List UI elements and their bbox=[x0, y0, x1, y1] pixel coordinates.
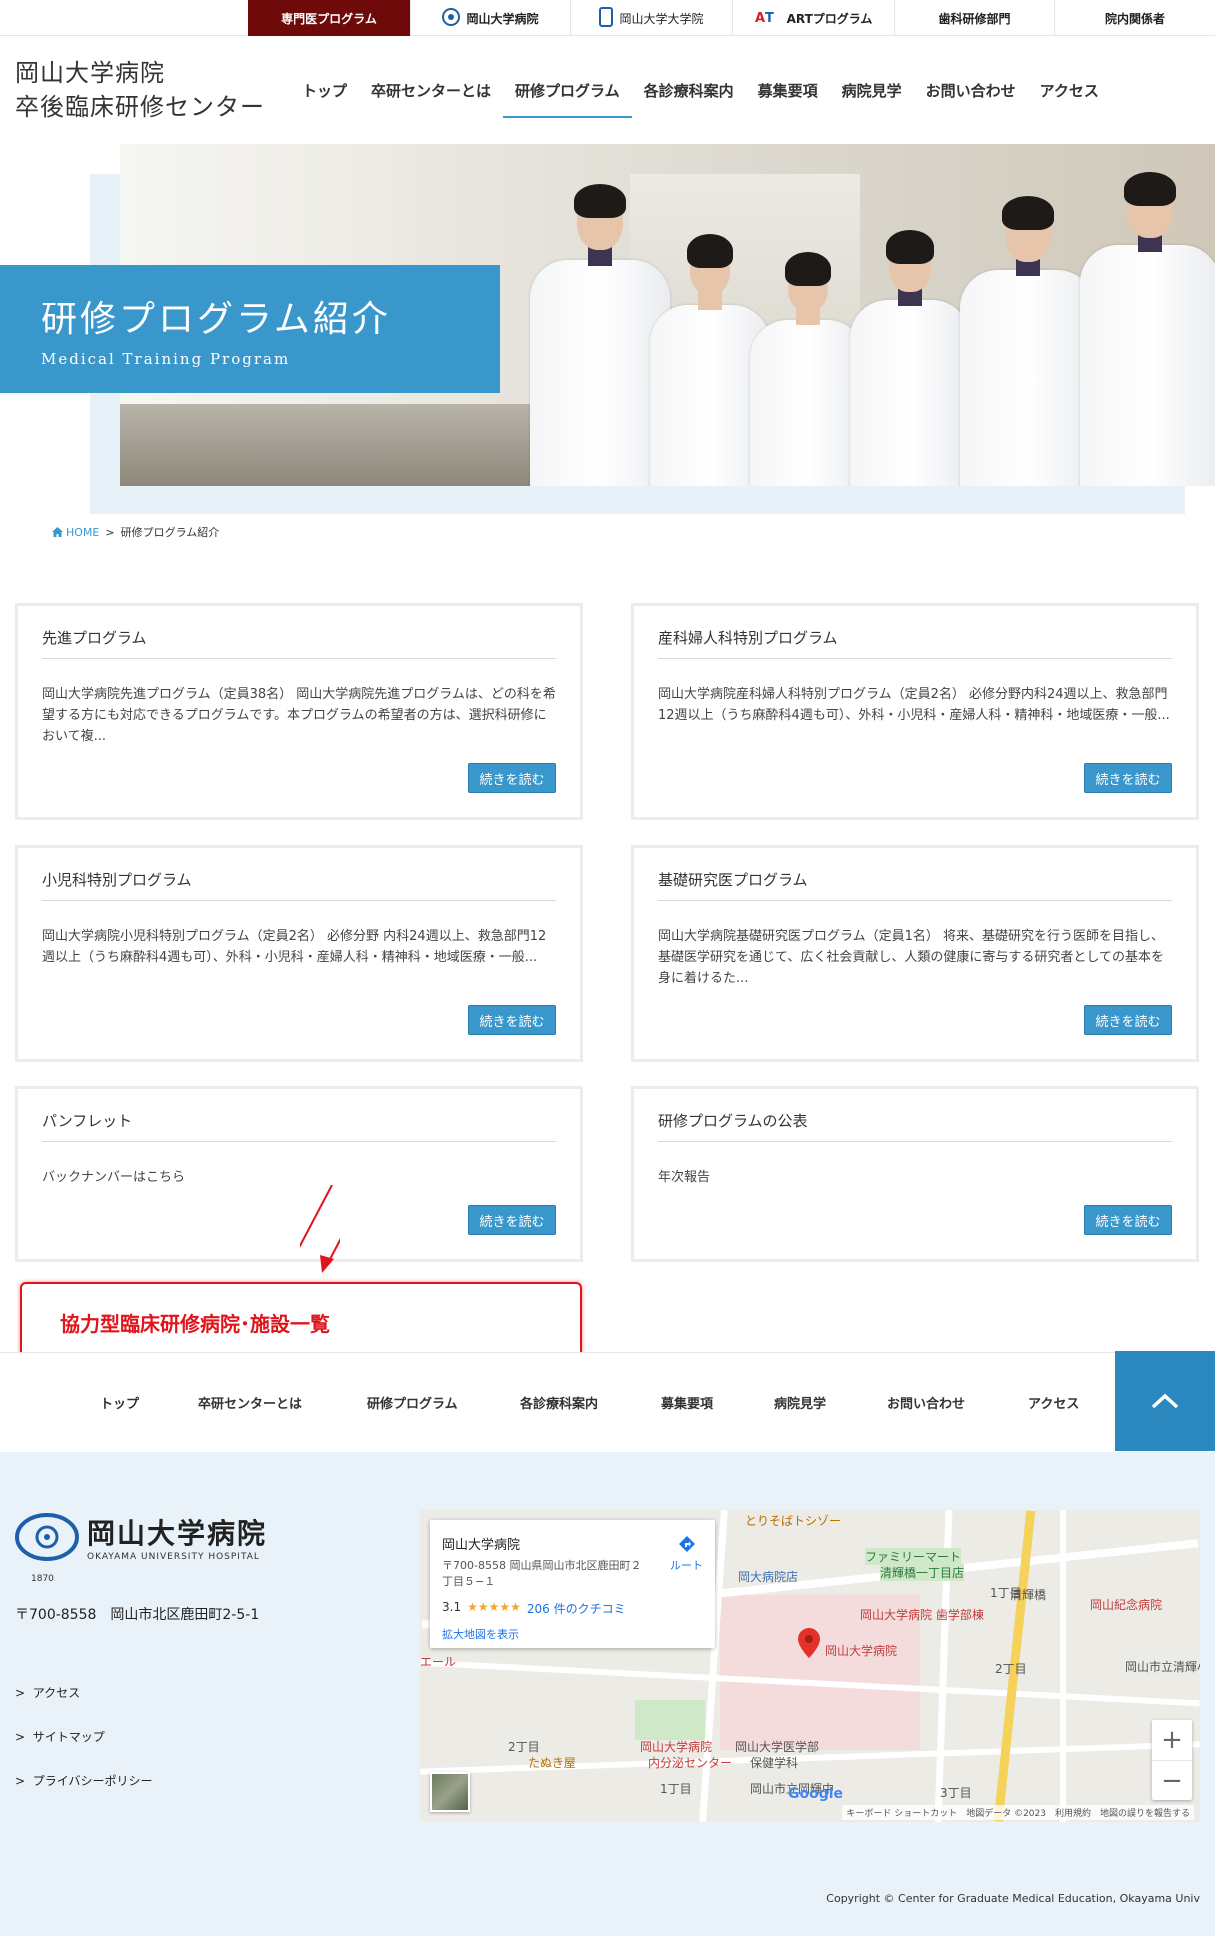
nav-top[interactable]: トップ bbox=[290, 70, 359, 118]
zoom-out-button[interactable]: − bbox=[1152, 1760, 1192, 1800]
map-pin-icon bbox=[798, 1628, 820, 1658]
map-satellite-toggle[interactable] bbox=[430, 1772, 470, 1812]
program-card: 小児科特別プログラム 岡山大学病院小児科特別プログラム（定員2名） 必修分野 内… bbox=[15, 845, 583, 1062]
copyright: Copyright © Center for Graduate Medical … bbox=[826, 1892, 1200, 1905]
topbar-okayama-hospital[interactable]: 岡山大学病院 bbox=[410, 0, 570, 36]
site-title[interactable]: 岡山大学病院 卒後臨床研修センター bbox=[15, 56, 265, 124]
card-excerpt: 岡山大学病院基礎研究医プログラム（定員1名） 将来、基礎研究を行う医師を目指し、… bbox=[658, 929, 1165, 986]
read-more-button[interactable]: 続きを読む bbox=[1084, 1005, 1172, 1035]
read-more-button[interactable]: 続きを読む bbox=[468, 1205, 556, 1235]
map-route-button[interactable]: ルート bbox=[670, 1534, 703, 1573]
doctor-figure bbox=[850, 230, 970, 486]
card-excerpt: バックナンバーはこちら bbox=[42, 1170, 186, 1185]
card-title: 先進プログラム bbox=[42, 627, 556, 659]
footer-nav-recruitment[interactable]: 募集要項 bbox=[661, 1393, 713, 1412]
card-title: 基礎研究医プログラム bbox=[658, 869, 1172, 901]
back-to-top-button[interactable] bbox=[1115, 1351, 1215, 1451]
card-title: 小児科特別プログラム bbox=[42, 869, 556, 901]
breadcrumb-separator-icon: > bbox=[105, 525, 115, 539]
page-title: 研修プログラム紹介 bbox=[41, 299, 391, 340]
map-place-address: 〒700-8558 岡山県岡山市北区鹿田町２丁目５−１ bbox=[442, 1559, 642, 1588]
breadcrumb-home[interactable]: HOME bbox=[52, 526, 99, 539]
topbar-graduate-school[interactable]: 岡山大学大学院 bbox=[570, 0, 732, 36]
nav-about-center[interactable]: 卒研センターとは bbox=[359, 70, 503, 118]
topbar-dental-division[interactable]: 歯科研修部門 bbox=[894, 0, 1054, 36]
nav-contact[interactable]: お問い合わせ bbox=[914, 70, 1028, 118]
read-more-button[interactable]: 続きを読む bbox=[468, 1005, 556, 1035]
home-icon bbox=[52, 527, 63, 537]
footer-nav-training-program[interactable]: 研修プログラム bbox=[367, 1393, 458, 1412]
footer-nav-top[interactable]: トップ bbox=[100, 1393, 139, 1412]
map-place-name: 岡山大学病院 bbox=[442, 1538, 521, 1553]
map-marker-label: 岡山大学病院 bbox=[825, 1644, 898, 1658]
footer-nav-hospital-tour[interactable]: 病院見学 bbox=[774, 1393, 826, 1412]
doctor-figure bbox=[1080, 172, 1215, 486]
footer-link-privacy[interactable]: > プライバシーポリシー bbox=[15, 1772, 152, 1789]
footer-link-access[interactable]: > アクセス bbox=[15, 1684, 152, 1701]
footer-nav: トップ 卒研センターとは 研修プログラム 各診療科案内 募集要項 病院見学 お問… bbox=[0, 1352, 1215, 1452]
doctor-figure bbox=[750, 252, 865, 486]
cooperating-hospitals-label: 協力型臨床研修病院･施設一覧 bbox=[60, 1312, 330, 1336]
card-title: パンフレット bbox=[42, 1110, 556, 1142]
card-excerpt: 岡山大学病院小児科特別プログラム（定員2名） 必修分野 内科24週以上、救急部門… bbox=[42, 929, 547, 965]
map-enlarge-link[interactable]: 拡大地図を表示 bbox=[442, 1626, 519, 1642]
footer-nav-contact[interactable]: お問い合わせ bbox=[887, 1393, 965, 1412]
footer-nav-about-center[interactable]: 卒研センターとは bbox=[198, 1393, 302, 1412]
card-excerpt: 岡山大学病院先進プログラム（定員38名） 岡山大学病院先進プログラムは、どの科を… bbox=[42, 687, 556, 744]
doctor-figure bbox=[530, 184, 670, 486]
hospital-logo-icon bbox=[442, 7, 461, 29]
university-logo-icon bbox=[599, 6, 614, 30]
nav-training-program[interactable]: 研修プログラム bbox=[503, 70, 632, 118]
map-reviews-link[interactable]: 206 件のクチコミ bbox=[527, 1600, 626, 1617]
svg-text:A: A bbox=[755, 11, 765, 24]
global-nav: トップ 卒研センターとは 研修プログラム 各診療科案内 募集要項 病院見学 お問… bbox=[290, 70, 1111, 118]
map-attribution: キーボード ショートカット 地図データ ©2023 利用規約 地図の誤りを報告す… bbox=[842, 1805, 1194, 1820]
breadcrumb-current: 研修プログラム紹介 bbox=[120, 526, 220, 539]
annotation-arrow-icon bbox=[300, 1185, 340, 1273]
card-title: 産科婦人科特別プログラム bbox=[658, 627, 1172, 659]
card-title: 研修プログラムの公表 bbox=[658, 1110, 1172, 1142]
hero-title-box: 研修プログラム紹介 Medical Training Program bbox=[0, 265, 500, 393]
footer-link-sitemap[interactable]: > サイトマップ bbox=[15, 1728, 152, 1745]
map-info-card: 岡山大学病院 〒700-8558 岡山県岡山市北区鹿田町２丁目５−１ 3.1 ★… bbox=[430, 1520, 715, 1648]
program-card: 基礎研究医プログラム 岡山大学病院基礎研究医プログラム（定員1名） 将来、基礎研… bbox=[631, 845, 1199, 1062]
art-logo-icon: AT bbox=[755, 10, 781, 27]
card-excerpt: 年次報告 bbox=[658, 1170, 711, 1185]
directions-icon bbox=[678, 1536, 695, 1552]
topbar-staff[interactable]: 院内関係者 bbox=[1054, 0, 1215, 36]
top-bar: 専門医プログラム 岡山大学病院 岡山大学大学院 AT ARTプログラム 歯科研修… bbox=[0, 0, 1215, 36]
map-rating: 3.1 ★★★★★ 206 件のクチコミ bbox=[442, 1600, 626, 1617]
map-zoom-control: + − bbox=[1152, 1720, 1192, 1800]
program-card: 産科婦人科特別プログラム 岡山大学病院産科婦人科特別プログラム（定員2名） 必修… bbox=[631, 603, 1199, 820]
read-more-button[interactable]: 続きを読む bbox=[1084, 763, 1172, 793]
cooperating-hospitals-link[interactable]: 協力型臨床研修病院･施設一覧 bbox=[20, 1282, 582, 1360]
read-more-button[interactable]: 続きを読む bbox=[468, 763, 556, 793]
card-excerpt: 岡山大学病院産科婦人科特別プログラム（定員2名） 必修分野内科24週以上、救急部… bbox=[658, 687, 1170, 723]
read-more-button[interactable]: 続きを読む bbox=[1084, 1205, 1172, 1235]
program-card: パンフレット バックナンバーはこちら 続きを読む bbox=[15, 1086, 583, 1262]
topbar-art-program[interactable]: AT ARTプログラム bbox=[732, 0, 894, 36]
footer-nav-access[interactable]: アクセス bbox=[1028, 1393, 1079, 1412]
google-logo: Google bbox=[788, 1786, 844, 1802]
program-card: 先進プログラム 岡山大学病院先進プログラム（定員38名） 岡山大学病院先進プログ… bbox=[15, 603, 583, 820]
footer-logo[interactable]: 岡山大学病院 OKAYAMA UNIVERSITY HOSPITAL 1870 bbox=[15, 1512, 267, 1584]
nav-departments[interactable]: 各診療科案内 bbox=[632, 70, 746, 118]
svg-text:T: T bbox=[765, 11, 774, 24]
breadcrumb: HOME > 研修プログラム紹介 bbox=[52, 524, 219, 540]
rating-stars-icon: ★★★★★ bbox=[467, 1600, 521, 1614]
page-subtitle: Medical Training Program bbox=[41, 350, 291, 368]
topbar-specialist-program[interactable]: 専門医プログラム bbox=[248, 0, 410, 36]
footer-nav-departments[interactable]: 各診療科案内 bbox=[520, 1393, 598, 1412]
google-map[interactable]: とりそばトシゾー ファミリーマート 清輝橋一丁目店 岡大病院店 清輝橋 岡山紀念… bbox=[420, 1510, 1200, 1822]
doctor-figure bbox=[960, 196, 1095, 486]
nav-hospital-tour[interactable]: 病院見学 bbox=[830, 70, 914, 118]
footer-links: > アクセス > サイトマップ > プライバシーポリシー bbox=[15, 1684, 152, 1816]
hospital-emblem-icon bbox=[15, 1513, 79, 1561]
chevron-up-icon bbox=[1151, 1393, 1179, 1409]
nav-recruitment[interactable]: 募集要項 bbox=[746, 70, 830, 118]
program-card: 研修プログラムの公表 年次報告 続きを読む bbox=[631, 1086, 1199, 1262]
nav-access[interactable]: アクセス bbox=[1028, 70, 1111, 118]
zoom-in-button[interactable]: + bbox=[1152, 1720, 1192, 1760]
footer-address: 〒700-8558 岡山市北区鹿田町2-5-1 bbox=[15, 1607, 260, 1623]
